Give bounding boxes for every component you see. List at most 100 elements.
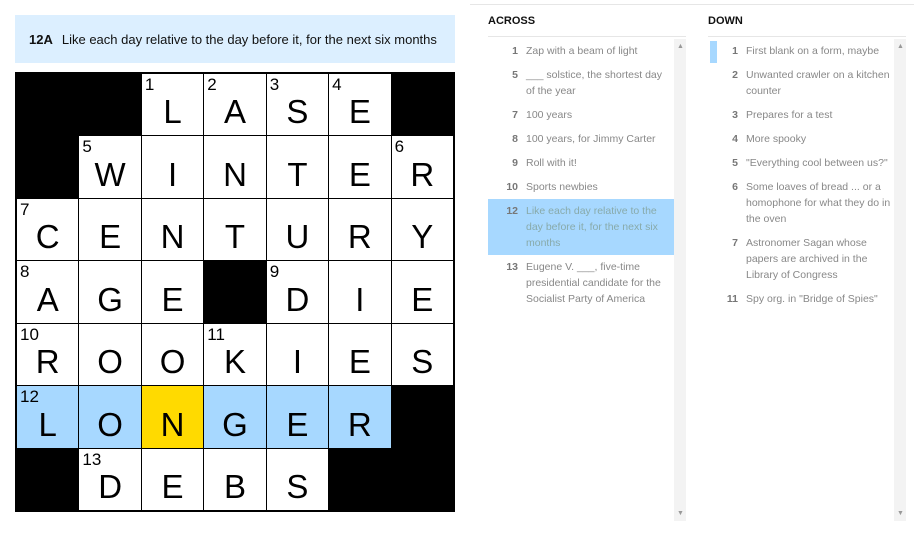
grid-cell[interactable]: O [141,323,204,386]
grid-cell[interactable]: B [204,448,266,510]
grid-cell[interactable]: 11 K [204,323,266,386]
cell-letter: U [285,218,310,256]
clue-number: 5 [512,69,518,81]
grid-cell[interactable]: Y [391,198,453,261]
black-cell [329,448,391,510]
cell-letter: N [160,405,185,443]
cell-letter: S [286,467,309,505]
cell-number: 7 [20,199,30,219]
clue-text: Like each day relative to the day before… [526,205,658,249]
clue-text: First blank on a form, maybe [746,45,880,57]
grid-cell[interactable]: I [266,323,329,386]
grid-cell[interactable]: N [141,386,204,448]
clue-text: 100 years [526,109,573,121]
scroll-up-icon[interactable]: ▲ [897,43,904,50]
cell-letter: S [286,93,309,131]
clue-text: Prepares for a test [746,109,833,121]
grid-cell[interactable]: E [329,323,391,386]
scroll-down-icon[interactable]: ▼ [897,510,904,517]
cell-letter: T [224,218,246,256]
down-clue-item[interactable]: 4 More spooky [708,127,906,151]
grid-cell[interactable]: E [391,261,453,323]
grid-cell[interactable]: E [141,448,204,510]
across-clue-item[interactable]: 12 Like each day relative to the day befo… [488,199,686,255]
grid-cell[interactable]: 2A [204,74,266,136]
grid-cell[interactable]: O [79,323,141,386]
across-clue-item[interactable]: 5 ___ solstice, the shortest day of the y… [488,63,686,103]
scroll-down-icon[interactable]: ▼ [677,510,684,517]
down-clues-panel: DOWN 1 First blank on a form, maybe 2 Unwan… [708,15,906,521]
grid-cell[interactable]: R [329,198,391,261]
grid-cell[interactable]: G [79,261,141,323]
grid-cell[interactable]: E [329,136,391,198]
down-clue-item[interactable]: 6 Some loaves of bread ... or a homophone… [708,175,906,231]
grid-cell[interactable]: I [329,261,391,323]
grid-cell[interactable]: 12 L [17,386,79,448]
grid-cell[interactable]: O [79,386,141,448]
cell-letter: O [159,343,186,381]
grid-cell[interactable]: 7C [17,198,79,261]
grid-cell[interactable]: 8A [17,261,79,323]
down-clue-item[interactable]: 2 Unwanted crawler on a kitchen counter [708,63,906,103]
across-scrollbar[interactable]: ▲ ▼ [674,39,686,521]
grid-cell[interactable]: 5W [79,136,141,198]
cell-letter: I [355,280,365,318]
clue-number: 3 [732,109,738,121]
clue-number: 5 [732,157,738,169]
crossword-grid: 1 L 2 A 3 S 4 E 5 W I N T E 6 R 7 C E N T U R Y 8 A G E 9 D I E 10 R O O 11 K… [15,72,455,512]
cell-letter: D [98,467,123,505]
clue-text: Zap with a beam of light [526,45,638,57]
grid-cell[interactable]: G [204,386,266,448]
across-clue-item[interactable]: 8 100 years, for Jimmy Carter [488,127,686,151]
across-clue-item[interactable]: 13 Eugene V. ___, five-time presidential … [488,255,686,311]
clue-number: 11 [726,293,738,305]
cell-number: 11 [207,324,225,344]
cell-letter: W [94,155,126,193]
grid-cell[interactable]: 1L [141,74,204,136]
cell-number: 1 [144,75,155,94]
cell-number: 9 [269,262,280,282]
grid-cell[interactable]: 10 R [17,323,79,386]
scroll-up-icon[interactable]: ▲ [677,43,684,50]
down-scrollbar[interactable]: ▲ ▼ [894,39,906,521]
grid-cell[interactable]: E [79,198,141,261]
down-clue-item[interactable]: 3 Prepares for a test [708,103,906,127]
black-cell [17,74,79,136]
clue-number: 10 [506,181,518,193]
grid-cell[interactable]: 13 D [79,448,141,510]
clue-number: 6 [732,181,738,193]
grid-cell[interactable]: I [141,136,204,198]
down-clue-item[interactable]: 5 "Everything cool between us?" [708,151,906,175]
grid-cell[interactable]: U [266,198,329,261]
cell-letter: B [223,467,246,505]
grid-cell[interactable]: N [141,198,204,261]
cell-letter: O [97,405,123,443]
grid-cell[interactable]: N [204,136,266,198]
cell-letter: Y [411,218,434,256]
cell-letter: T [287,155,308,193]
grid-cell[interactable]: 3S [266,74,329,136]
across-clue-item[interactable]: 7 100 years [488,103,686,127]
across-clue-item[interactable]: 1 Zap with a beam of light [488,39,686,63]
cell-number: 13 [82,449,102,469]
black-cell [391,386,453,448]
grid-cell[interactable]: 4E [329,74,391,136]
across-clue-item[interactable]: 9 Roll with it! [488,151,686,175]
across-clue-list: 1 Zap with a beam of light 5 ___ solstice, … [488,39,686,521]
cell-letter: R [347,218,372,256]
down-clue-item[interactable]: 1 First blank on a form, maybe [708,39,906,63]
cell-number: 2 [207,75,217,94]
grid-cell[interactable]: T [266,136,329,198]
down-clue-item[interactable]: 11 Spy org. in "Bridge of Spies" [708,287,906,311]
grid-cell[interactable]: 6R [391,136,453,198]
grid-cell[interactable]: S [266,448,329,510]
grid-cell[interactable]: R [329,386,391,448]
across-clue-item[interactable]: 10 Sports newbies [488,175,686,199]
down-clue-item[interactable]: 7 Astronomer Sagan whose papers are archi… [708,231,906,287]
grid-cell[interactable]: T [204,198,266,261]
grid-cell[interactable]: E [266,386,329,448]
grid-cell[interactable]: S [391,323,453,386]
cell-letter: K [223,343,246,381]
grid-cell[interactable]: E [141,261,204,323]
grid-cell[interactable]: 9D [266,261,329,323]
